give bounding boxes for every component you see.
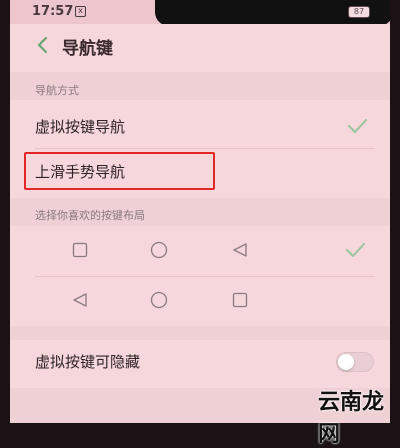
page-title: 导航键 [62,39,113,59]
check-icon [348,119,367,133]
layout-option-2[interactable] [10,278,390,322]
hide-virtual-keys-toggle[interactable] [336,352,374,372]
watermark-logo: 云南龙网 [318,389,385,447]
phone-screen: 17:57 x 87 导航键 导航方式 虚拟按键导航 上滑手势导航 选择你喜欢的… [10,0,390,423]
layout-section-header: 选择你喜欢的按键布局 [10,198,390,226]
layout-option-1[interactable] [10,228,390,272]
triangle-left-icon [73,293,87,307]
toggle-knob [338,354,354,370]
nav-option-label: 虚拟按键导航 [35,118,126,136]
notification-badge-icon: x [75,6,86,17]
highlight-box [24,152,215,190]
hide-toggle-label: 虚拟按键可隐藏 [35,353,141,371]
battery-icon: 87 [348,6,370,18]
nav-section-header: 导航方式 [10,72,390,100]
circle-icon [150,291,168,309]
circle-icon [150,241,168,259]
nav-option-virtual-keys[interactable]: 虚拟按键导航 [10,104,390,148]
status-time: 17:57 [32,4,74,19]
layout-section-label: 选择你喜欢的按键布局 [35,209,145,222]
check-icon [346,243,365,257]
square-icon [72,242,88,258]
section-spacer [10,326,390,340]
square-icon [232,292,248,308]
divider [35,276,375,277]
status-bar: 17:57 x 87 [10,0,390,26]
page-header: 导航键 [10,24,390,68]
nav-section-label: 导航方式 [35,84,79,97]
divider [35,148,375,149]
hide-virtual-keys-row[interactable]: 虚拟按键可隐藏 [10,340,390,384]
triangle-left-icon [233,243,247,257]
chevron-left-icon[interactable] [32,34,54,56]
